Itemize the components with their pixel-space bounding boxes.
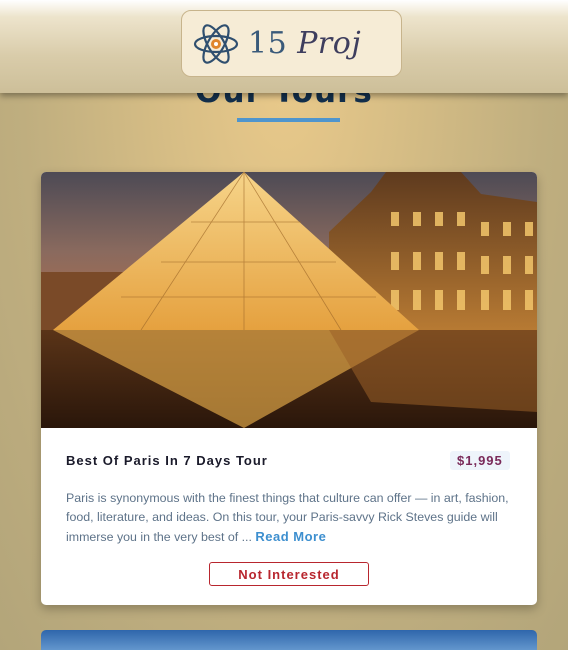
site-logo[interactable]: 15 Proj — [181, 10, 402, 77]
atom-icon — [193, 23, 239, 64]
read-more-link[interactable]: Read More — [255, 529, 326, 544]
tour-title: Best Of Paris In 7 Days Tour — [66, 453, 268, 468]
logo-script: Proj — [297, 26, 362, 61]
tour-card-next — [41, 630, 537, 650]
tour-image — [41, 172, 537, 428]
top-navbar: 15 Proj — [0, 0, 568, 93]
logo-text: 15 Proj — [248, 26, 361, 61]
tour-price: $1,995 — [450, 451, 510, 470]
title-underline — [237, 118, 340, 122]
logo-number: 15 — [248, 26, 288, 61]
not-interested-button[interactable]: Not Interested — [209, 562, 369, 586]
tour-description: Paris is synonymous with the finest thin… — [66, 489, 516, 547]
tour-card: Best Of Paris In 7 Days Tour $1,995 Pari… — [41, 172, 537, 605]
